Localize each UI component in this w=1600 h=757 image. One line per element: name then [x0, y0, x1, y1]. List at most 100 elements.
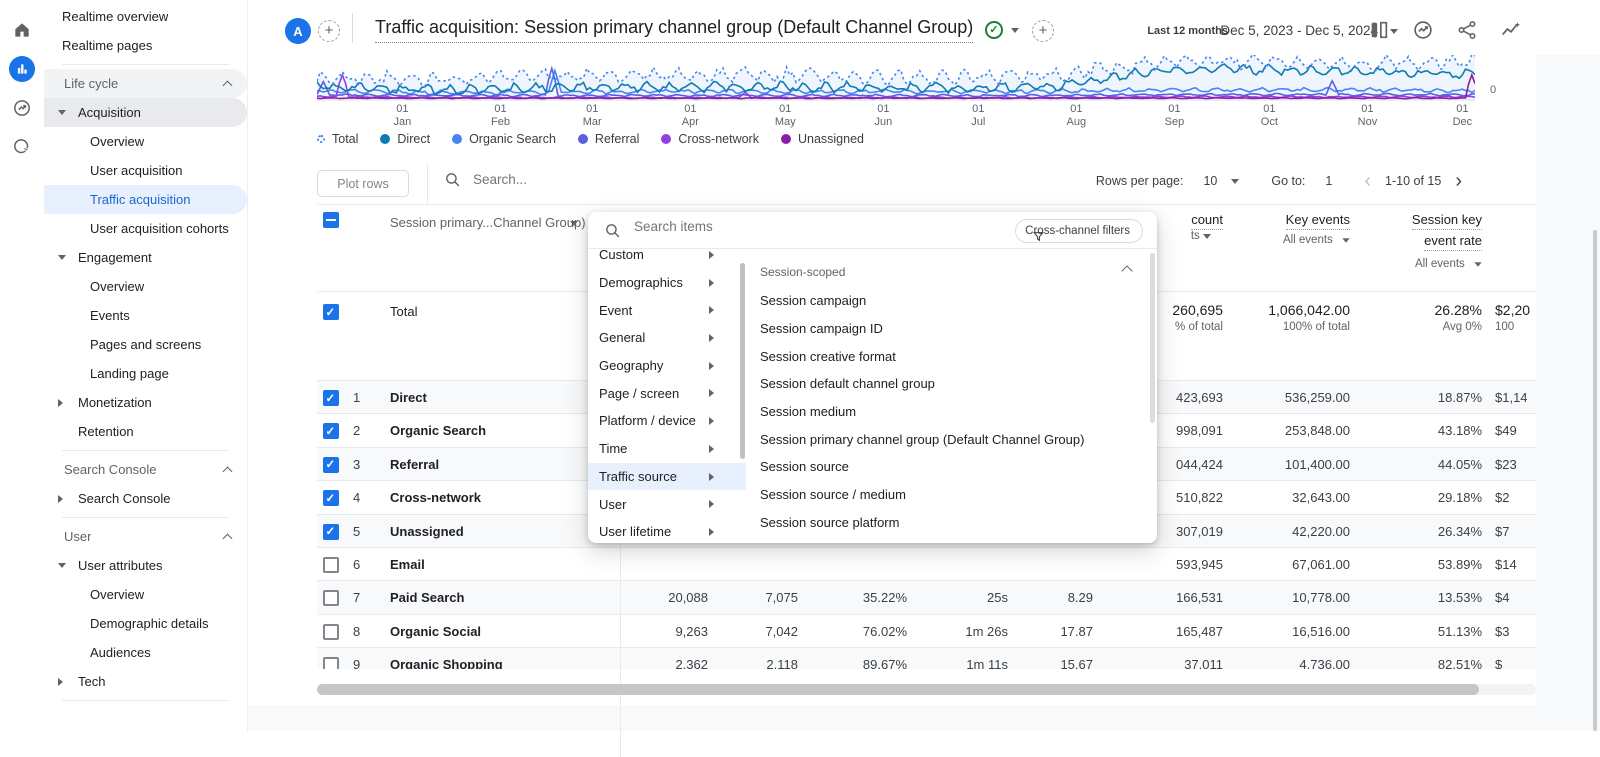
- sidebar-item-traffic-acquisition[interactable]: Traffic acquisition: [44, 185, 247, 214]
- total-row-checkbox[interactable]: [323, 304, 339, 320]
- compare-icon[interactable]: [1368, 19, 1390, 41]
- next-page-icon[interactable]: ›: [1455, 174, 1462, 188]
- share-icon[interactable]: [1456, 19, 1478, 41]
- table-horizontal-scrollbar-thumb[interactable]: [317, 684, 1479, 695]
- insights-icon[interactable]: [1412, 19, 1434, 41]
- traffic-trend-chart[interactable]: [317, 55, 1475, 101]
- legend-item-total[interactable]: Total: [317, 132, 358, 146]
- date-range-value[interactable]: Dec 5, 2023 - Dec 5, 2024: [1220, 23, 1378, 38]
- sidebar-item-pages-and-screens[interactable]: Pages and screens: [44, 330, 247, 359]
- sidebar-item-user[interactable]: User: [44, 522, 247, 551]
- menu-category-user-lifetime[interactable]: User lifetime: [588, 518, 746, 543]
- sidebar-item-audiences[interactable]: Audiences: [44, 638, 247, 667]
- row-checkbox[interactable]: [323, 524, 339, 540]
- menu-category-user[interactable]: User: [588, 490, 746, 518]
- add-comparison-button[interactable]: +: [318, 20, 340, 42]
- row-checkbox[interactable]: [323, 457, 339, 473]
- legend-item-organic-search[interactable]: Organic Search: [452, 132, 556, 146]
- legend-item-unassigned[interactable]: Unassigned: [781, 132, 864, 146]
- page-vertical-scrollbar[interactable]: [1593, 230, 1597, 731]
- dimension-option-session-primary-channel-group-default-channel-grou[interactable]: Session primary channel group (Default C…: [746, 425, 1146, 453]
- row-checkbox[interactable]: [323, 423, 339, 439]
- legend-item-referral[interactable]: Referral: [578, 132, 639, 146]
- sidebar-item-demographic-details[interactable]: Demographic details: [44, 609, 247, 638]
- menu-category-geography[interactable]: Geography: [588, 352, 746, 380]
- sidebar-item-realtime-overview[interactable]: Realtime overview: [44, 2, 247, 31]
- table-search-input[interactable]: [473, 172, 773, 187]
- advertising-icon[interactable]: [9, 134, 35, 160]
- menu-category-page-screen[interactable]: Page / screen: [588, 379, 746, 407]
- collapse-arrow-icon[interactable]: [58, 110, 66, 115]
- sidebar-item-user-attributes[interactable]: User attributes: [44, 551, 247, 580]
- sidebar-item-overview[interactable]: Overview: [44, 580, 247, 609]
- home-icon[interactable]: [9, 17, 35, 43]
- event-count-selector[interactable]: ts: [1191, 230, 1211, 242]
- dimension-option-session-default-channel-group[interactable]: Session default channel group: [746, 370, 1146, 398]
- dimension-header[interactable]: Session primary...Channel Group): [390, 215, 586, 230]
- row-checkbox[interactable]: [323, 624, 339, 640]
- dimension-option-session-medium[interactable]: Session medium: [746, 398, 1146, 426]
- dimension-option-session-campaign-id[interactable]: Session campaign ID: [746, 315, 1146, 343]
- chevron-up-icon[interactable]: [223, 534, 233, 544]
- sidebar-item-user-acquisition-cohorts[interactable]: User acquisition cohorts: [44, 214, 247, 243]
- sidebar-item-monetization[interactable]: Monetization: [44, 388, 247, 417]
- sidebar-item-overview[interactable]: Overview: [44, 127, 247, 156]
- session-key-event-rate-header[interactable]: Session key event rate All events: [1412, 211, 1482, 273]
- sidebar-item-realtime-pages[interactable]: Realtime pages: [44, 31, 247, 60]
- sidebar-item-search-console[interactable]: Search Console: [44, 484, 247, 513]
- expand-arrow-icon[interactable]: [58, 495, 63, 503]
- menu-category-traffic-source[interactable]: Traffic source: [588, 463, 746, 491]
- menu-category-general[interactable]: General: [588, 324, 746, 352]
- report-title[interactable]: Traffic acquisition: Session primary cha…: [375, 17, 973, 43]
- reports-icon[interactable]: [9, 56, 35, 82]
- collapse-arrow-icon[interactable]: [58, 563, 66, 568]
- saved-check-icon[interactable]: ✓: [985, 21, 1003, 39]
- rows-per-page-caret-icon[interactable]: [1231, 179, 1239, 184]
- collapse-section-icon[interactable]: [1121, 265, 1132, 276]
- expand-arrow-icon[interactable]: [58, 399, 63, 407]
- row-checkbox[interactable]: [323, 557, 339, 573]
- menu-category-platform-device[interactable]: Platform / device: [588, 407, 746, 435]
- sidebar-item-landing-page[interactable]: Landing page: [44, 359, 247, 388]
- chevron-up-icon[interactable]: [223, 81, 233, 91]
- sidebar-item-acquisition[interactable]: Acquisition: [44, 98, 247, 127]
- plot-rows-button[interactable]: Plot rows: [317, 170, 409, 197]
- menu-category-custom[interactable]: Custom: [588, 249, 746, 269]
- menu-category-time[interactable]: Time: [588, 435, 746, 463]
- event-count-header[interactable]: count: [1191, 212, 1223, 227]
- sidebar-item-search-console[interactable]: Search Console: [44, 455, 247, 484]
- saved-menu-caret-icon[interactable]: [1011, 28, 1019, 33]
- row-checkbox[interactable]: [323, 657, 339, 669]
- dimension-option-session-source-medium[interactable]: Session source / medium: [746, 481, 1146, 509]
- add-report-button[interactable]: +: [1032, 20, 1054, 42]
- dimension-caret-icon[interactable]: [570, 221, 578, 226]
- sidebar-item-events[interactable]: Events: [44, 301, 247, 330]
- goto-page-input[interactable]: 1: [1325, 174, 1332, 188]
- sidebar-item-overview[interactable]: Overview: [44, 272, 247, 301]
- explore-icon[interactable]: [9, 95, 35, 121]
- chevron-up-icon[interactable]: [223, 467, 233, 477]
- sidebar-item-tech[interactable]: Tech: [44, 667, 247, 696]
- category-scrollbar[interactable]: [740, 263, 745, 459]
- sidebar-item-engagement[interactable]: Engagement: [44, 243, 247, 272]
- trend-icon[interactable]: [1500, 19, 1522, 41]
- select-all-checkbox[interactable]: [323, 212, 339, 228]
- key-events-header[interactable]: Key events All events: [1283, 212, 1350, 246]
- dimension-option-session-campaign[interactable]: Session campaign: [746, 287, 1146, 315]
- options-scrollbar[interactable]: [1150, 253, 1155, 423]
- rows-per-page-value[interactable]: 10: [1203, 174, 1217, 188]
- row-checkbox[interactable]: [323, 390, 339, 406]
- menu-category-event[interactable]: Event: [588, 296, 746, 324]
- dimension-search-input[interactable]: [634, 219, 964, 234]
- sidebar-item-retention[interactable]: Retention: [44, 417, 247, 446]
- sidebar-item-user-acquisition[interactable]: User acquisition: [44, 156, 247, 185]
- avatar[interactable]: A: [285, 18, 311, 44]
- dimension-option-session-creative-format[interactable]: Session creative format: [746, 342, 1146, 370]
- row-checkbox[interactable]: [323, 490, 339, 506]
- row-checkbox[interactable]: [323, 590, 339, 606]
- dimension-option-session-source[interactable]: Session source: [746, 453, 1146, 481]
- cross-channel-filters-chip[interactable]: Cross-channel filters: [1015, 219, 1143, 243]
- legend-item-direct[interactable]: Direct: [380, 132, 430, 146]
- menu-category-demographics[interactable]: Demographics: [588, 269, 746, 297]
- collapse-arrow-icon[interactable]: [58, 255, 66, 260]
